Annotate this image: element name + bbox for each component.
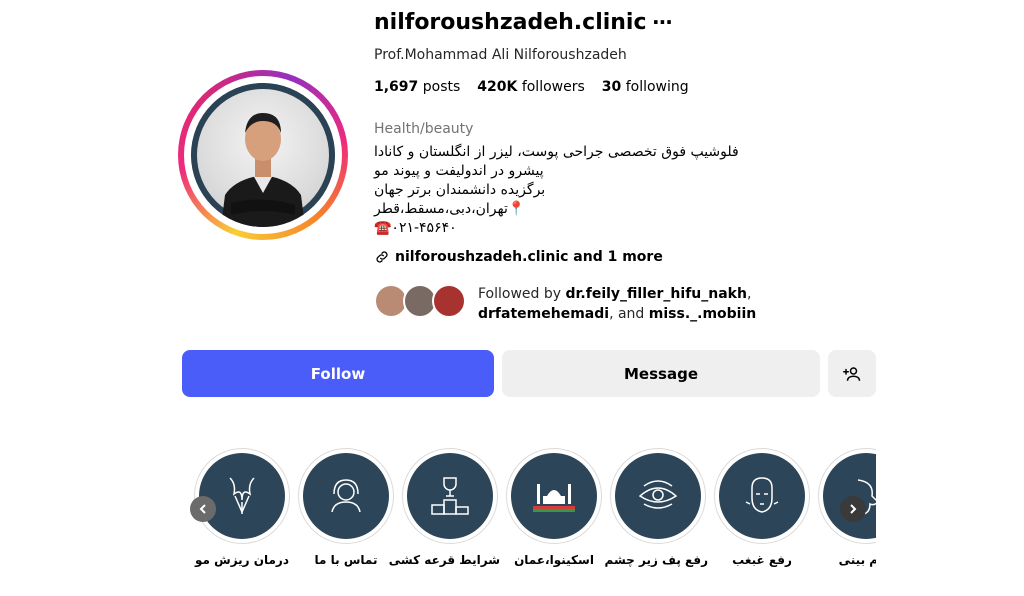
face-icon (745, 477, 779, 513)
hair-icon (229, 477, 255, 514)
posts-label: posts (422, 79, 461, 95)
profile-link-text: nilforoushzadeh.clinic and 1 more (395, 249, 663, 265)
message-button[interactable]: Message (502, 350, 820, 397)
highlight-label: رفع پف زیر چشم (604, 553, 708, 567)
profile-category: Health/beauty (374, 121, 474, 137)
person-add-icon (843, 366, 861, 381)
follow-button[interactable]: Follow (182, 350, 494, 397)
bio-line: ☎️۰۲۱-۴۵۶۴۰ (374, 220, 457, 236)
chevron-right-icon (850, 504, 857, 514)
followed-by-prefix: Followed by (478, 286, 562, 302)
highlight-cover (719, 453, 805, 539)
highlight-label: فرم بینی (838, 553, 876, 567)
mutual-username[interactable]: dr.feily_filler_hifu_nakh (566, 286, 747, 302)
highlight-cover (615, 453, 701, 539)
suggested-users-button[interactable] (828, 350, 876, 397)
link-icon (376, 251, 388, 263)
profile-stats: 1,697 posts 420K followers 30 following (374, 79, 689, 95)
profile-avatar[interactable] (191, 83, 335, 227)
highlight-item[interactable]: رفع غبغب (712, 448, 812, 567)
profile-links[interactable]: nilforoushzadeh.clinic and 1 more (374, 249, 663, 265)
highlight-label: تماس با ما (314, 553, 378, 567)
mutual-username[interactable]: miss._.mobiin (649, 306, 756, 322)
posts-count: 1,697 (374, 79, 419, 95)
followed-by[interactable]: Followed by dr.feily_filler_hifu_nakh, d… (374, 284, 878, 324)
mutual-avatars (374, 284, 470, 320)
bio-line: فلوشیپ فوق تخصصی جراحی پوست، لیزر از انگ… (374, 144, 739, 160)
profile-bio: فلوشیپ فوق تخصصی جراحی پوست، لیزر از انگ… (374, 143, 754, 238)
following-stat[interactable]: 30 following (602, 79, 689, 95)
highlight-cover (303, 453, 389, 539)
highlight-item[interactable]: اسکینوا،عمان (504, 448, 604, 567)
support-agent-icon (331, 479, 361, 513)
highlight-ring (714, 448, 810, 544)
avatar-frame (184, 76, 342, 234)
highlight-ring (194, 448, 290, 544)
more-options-icon[interactable]: ··· (652, 10, 673, 34)
scroll-left-button[interactable] (190, 496, 216, 522)
highlight-label: اسکینوا،عمان (514, 553, 594, 567)
profile-full-name: Prof.Mohammad Ali Nilforoushzadeh (374, 47, 627, 63)
scroll-right-button[interactable] (840, 496, 866, 522)
followers-count: 420K (477, 79, 518, 95)
podium-icon (431, 477, 469, 515)
bio-line: برگزیده دانشمندان برتر جهان (374, 182, 546, 198)
following-count: 30 (601, 79, 622, 95)
highlight-ring (506, 448, 602, 544)
highlight-label: شرایط قرعه کشی (388, 553, 500, 567)
mutual-username[interactable]: drfatemehemadi (478, 306, 609, 322)
profile-avatar-ring[interactable] (178, 70, 348, 240)
highlight-ring (298, 448, 394, 544)
highlight-cover (407, 453, 493, 539)
bio-line: پیشرو در اندولیفت و پیوند مو (374, 163, 544, 179)
highlight-cover (199, 453, 285, 539)
highlight-item[interactable]: رفع پف زیر چشم (604, 448, 708, 567)
chevron-left-icon (199, 504, 206, 514)
eye-icon (638, 480, 678, 509)
highlight-label: رفع غبغب (732, 553, 792, 567)
followers-label: followers (521, 79, 585, 95)
profile-username: nilforoushzadeh.clinic (374, 10, 647, 35)
mosque-icon (533, 484, 575, 512)
following-label: following (625, 79, 689, 95)
followed-by-and: , and (609, 306, 645, 322)
highlight-item[interactable]: تماس با ما (296, 448, 396, 567)
highlight-ring (402, 448, 498, 544)
person-photo-icon (221, 113, 305, 227)
highlight-item[interactable]: شرایط قرعه کشی (388, 448, 500, 567)
posts-stat[interactable]: 1,697 posts (374, 79, 460, 95)
followers-stat[interactable]: 420K followers (477, 79, 584, 95)
highlight-label: درمان ریزش مو (195, 553, 289, 567)
story-highlights: درمان ریزش مو تماس با ما شرایط قرعه کشی (184, 448, 876, 588)
followed-by-separator: , (746, 286, 752, 302)
highlight-cover (511, 453, 597, 539)
followed-by-text: Followed by dr.feily_filler_hifu_nakh, d… (478, 284, 878, 324)
highlight-ring (610, 448, 706, 544)
mutual-avatar (432, 284, 466, 318)
bio-line: 📍تهران،دبی،مسقط،قطر (374, 201, 526, 217)
